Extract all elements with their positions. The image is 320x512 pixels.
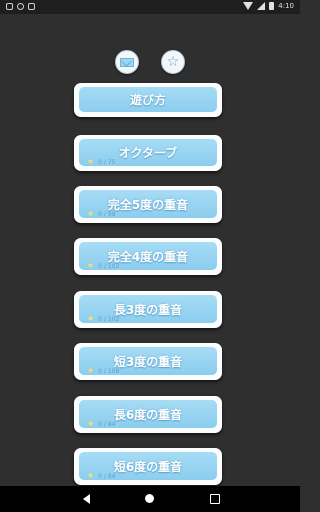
star-icon: ★ xyxy=(87,314,95,323)
menu-button-octave[interactable]: オクターブ ★ 0 / 75 xyxy=(74,135,222,171)
menu-button-label: 遊び方 xyxy=(129,93,166,107)
menu-button-label: 長6度の重音 xyxy=(113,407,183,422)
wifi-icon xyxy=(243,2,254,10)
sd-card-icon xyxy=(28,3,35,10)
mail-icon xyxy=(120,57,134,67)
notification-icon xyxy=(6,3,13,10)
score-text: 0 / 75 xyxy=(98,158,116,166)
mail-button[interactable] xyxy=(115,50,139,74)
star-icon: ★ xyxy=(87,157,95,166)
favorites-button[interactable]: ☆ xyxy=(161,50,185,74)
score-display: ★ 0 / 84 xyxy=(87,420,115,428)
star-icon: ★ xyxy=(87,419,95,428)
score-text: 0 / 102 xyxy=(98,315,120,323)
menu-button-minor-sixth[interactable]: 短6度の重音 ★ 0 / 84 xyxy=(74,448,222,485)
menu-button-label: 短3度の重音 xyxy=(113,354,183,369)
star-icon: ★ xyxy=(87,209,95,218)
score-text: 0 / 102 xyxy=(98,262,120,270)
score-display: ★ 0 / 108 xyxy=(87,367,119,375)
menu-button-label: 完全5度の重音 xyxy=(107,197,189,212)
menu-button-minor-third[interactable]: 短3度の重音 ★ 0 / 108 xyxy=(74,343,222,380)
menu-button-perfect-fifth[interactable]: 完全5度の重音 ★ 0 / 99 xyxy=(74,186,222,223)
menu-button-label: オクターブ xyxy=(118,146,178,160)
star-icon: ☆ xyxy=(166,54,180,70)
battery-icon xyxy=(269,2,275,10)
menu-button-major-sixth[interactable]: 長6度の重音 ★ 0 / 84 xyxy=(74,396,222,433)
score-display: ★ 0 / 84 xyxy=(87,472,115,480)
menu-button-how-to-play[interactable]: 遊び方 xyxy=(74,83,222,117)
back-icon[interactable] xyxy=(83,494,90,504)
star-icon: ★ xyxy=(87,366,95,375)
score-display: ★ 0 / 102 xyxy=(87,315,119,323)
recent-apps-icon[interactable] xyxy=(210,494,220,504)
menu-button-label: 長3度の重音 xyxy=(113,302,183,317)
home-icon[interactable] xyxy=(145,494,154,503)
score-text: 0 / 108 xyxy=(98,367,120,375)
star-icon: ★ xyxy=(87,471,95,480)
menu-button-major-third[interactable]: 長3度の重音 ★ 0 / 102 xyxy=(74,291,222,328)
status-time: 4:10 xyxy=(278,2,294,10)
navigation-bar xyxy=(0,486,300,512)
score-text: 0 / 84 xyxy=(98,472,116,480)
sync-icon xyxy=(17,3,24,10)
score-text: 0 / 99 xyxy=(98,210,116,218)
menu-button-label: 完全4度の重音 xyxy=(107,249,189,264)
score-display: ★ 0 / 102 xyxy=(87,262,119,270)
star-icon: ★ xyxy=(87,261,95,270)
score-display: ★ 0 / 75 xyxy=(87,158,115,166)
status-bar: 4:10 xyxy=(0,0,300,14)
signal-icon xyxy=(257,2,266,10)
menu-button-perfect-fourth[interactable]: 完全4度の重音 ★ 0 / 102 xyxy=(74,238,222,275)
score-display: ★ 0 / 99 xyxy=(87,210,115,218)
notification-icons xyxy=(6,3,35,10)
score-text: 0 / 84 xyxy=(98,420,116,428)
menu-button-label: 短6度の重音 xyxy=(113,459,183,474)
